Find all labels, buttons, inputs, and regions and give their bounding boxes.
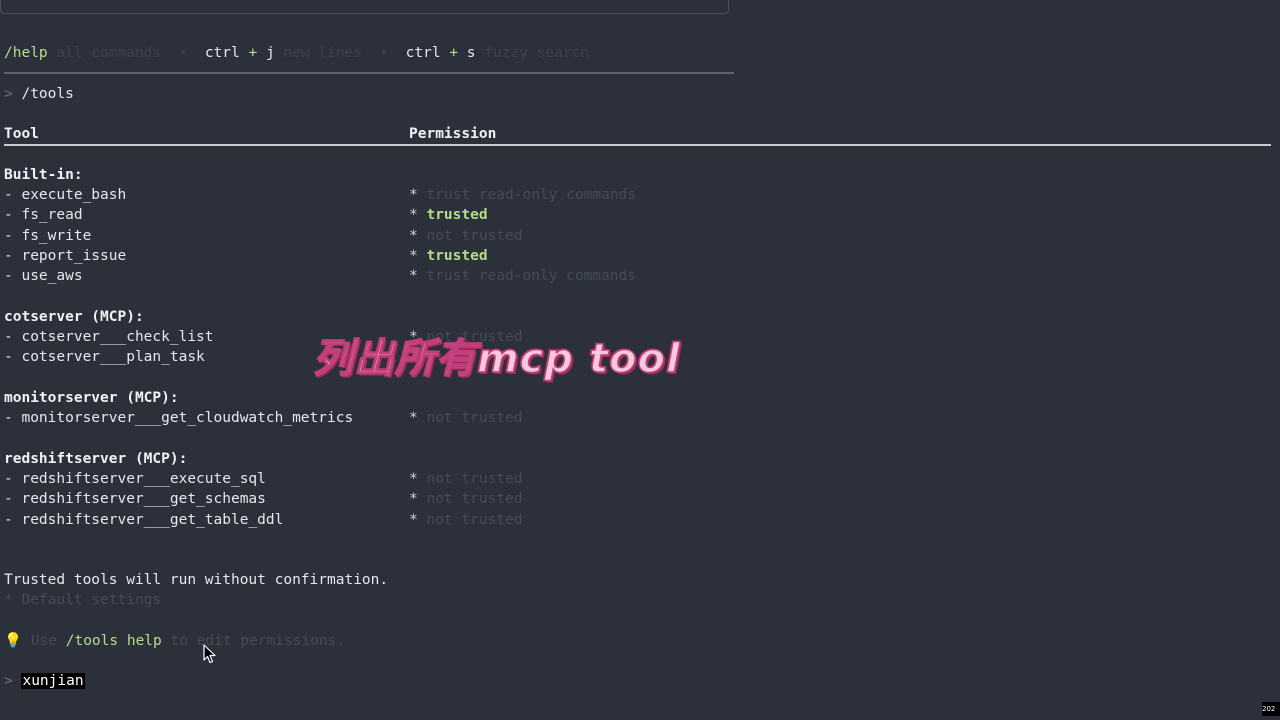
- table-row: - report_issue * trusted: [4, 246, 488, 266]
- tip-suffix: to edit permissions.: [170, 633, 346, 649]
- tip-command[interactable]: /tools help: [66, 633, 162, 649]
- trusted-note: Trusted tools will run without confirmat…: [4, 572, 389, 588]
- table-row: - monitorserver___get_cloudwatch_metrics…: [4, 408, 523, 428]
- bullet-star: *: [409, 187, 418, 203]
- overlay-caption: 列出所有mcp tool: [312, 335, 681, 383]
- bullet-star: *: [409, 491, 418, 507]
- group-header-redshiftserver: redshiftserver (MCP):: [4, 451, 188, 467]
- permission-value: trusted: [426, 207, 488, 223]
- tool-name: - execute_bash: [4, 187, 127, 203]
- bullet-star: *: [409, 207, 418, 223]
- newline-plus: +: [248, 45, 258, 61]
- permission-value: not trusted: [426, 491, 523, 507]
- table-row: - redshiftserver___get_schemas * not trus…: [4, 489, 523, 509]
- hint-divider: [4, 72, 734, 74]
- hint-bar: /help all commands • ctrl + j new lines …: [4, 43, 589, 63]
- tool-name: - report_issue: [4, 248, 127, 264]
- help-desc: all commands: [56, 45, 162, 61]
- mouse-cursor-icon: [203, 644, 216, 664]
- group-header-builtin: Built-in:: [4, 167, 83, 183]
- column-tool: Tool: [4, 126, 39, 142]
- bullet-star: *: [409, 268, 418, 284]
- timestamp: 202: [1262, 702, 1280, 716]
- permission-value: trust read-only commands: [426, 268, 636, 284]
- bullet-star: *: [409, 471, 418, 487]
- permission-value: trusted: [426, 248, 488, 264]
- permission-value: not trusted: [426, 471, 523, 487]
- tool-name: - cotserver___check_list: [4, 329, 214, 345]
- table-header-divider: [4, 144, 1271, 146]
- table-header: Tool Permission: [4, 124, 496, 144]
- newline-key-j: j: [265, 45, 275, 61]
- bullet-star: *: [409, 228, 418, 244]
- tool-name: - redshiftserver___get_schemas: [4, 491, 266, 507]
- search-key-ctrl: ctrl: [405, 45, 441, 61]
- search-key-s: s: [466, 45, 476, 61]
- column-permission: Permission: [409, 126, 497, 142]
- search-desc: fuzzy search: [484, 45, 590, 61]
- table-row: - use_aws * trust read-only commands: [4, 266, 636, 286]
- tool-name: - cotserver___plan_task: [4, 349, 205, 365]
- input-field[interactable]: xunjian: [21, 673, 85, 689]
- permission-value: not trusted: [426, 228, 523, 244]
- table-row: - redshiftserver___execute_sql * not trus…: [4, 469, 523, 489]
- table-row: - cotserver___check_list * not trusted: [4, 327, 523, 347]
- tip-line: 💡 Use /tools help to edit permissions.: [4, 631, 345, 651]
- tool-name: - monitorserver___get_cloudwatch_metrics: [4, 410, 354, 426]
- prompt-chevron-icon: >: [4, 86, 13, 102]
- command-text: /tools: [21, 86, 74, 102]
- command-line: > /tools: [4, 84, 74, 104]
- permission-value: not trusted: [426, 410, 523, 426]
- bullet-star: *: [409, 248, 418, 264]
- tool-name: - redshiftserver___get_table_ddl: [4, 512, 284, 528]
- tool-name: - use_aws: [4, 268, 83, 284]
- lightbulb-icon: 💡: [4, 633, 23, 649]
- newline-key-ctrl: ctrl: [204, 45, 240, 61]
- permission-value: trust read-only commands: [426, 187, 636, 203]
- search-plus: +: [449, 45, 459, 61]
- hint-separator: •: [178, 45, 188, 61]
- table-row: - redshiftserver___get_table_ddl * not tr…: [4, 510, 523, 530]
- table-row: - execute_bash * trust read-only commands: [4, 185, 636, 205]
- bullet-star: *: [409, 512, 418, 528]
- help-command[interactable]: /help: [4, 45, 48, 61]
- bullet-star: *: [409, 410, 418, 426]
- tool-name: - fs_write: [4, 228, 92, 244]
- newline-desc: new lines: [283, 45, 362, 61]
- group-header-cotserver: cotserver (MCP):: [4, 309, 144, 325]
- permission-value: not trusted: [426, 512, 523, 528]
- tool-name: - redshiftserver___execute_sql: [4, 471, 266, 487]
- default-settings-note: * Default settings: [4, 592, 162, 608]
- tool-name: - fs_read: [4, 207, 83, 223]
- previous-output-box: [0, 0, 729, 14]
- hint-separator-2: •: [379, 45, 389, 61]
- table-row: - fs_write * not trusted: [4, 226, 523, 246]
- table-row: - cotserver___plan_task: [4, 347, 205, 367]
- input-line[interactable]: > xunjian: [4, 671, 85, 691]
- group-header-monitorserver: monitorserver (MCP):: [4, 390, 179, 406]
- tip-prefix: Use: [30, 633, 57, 649]
- table-row: - fs_read * trusted: [4, 205, 488, 225]
- input-prompt-chevron-icon: >: [4, 673, 13, 689]
